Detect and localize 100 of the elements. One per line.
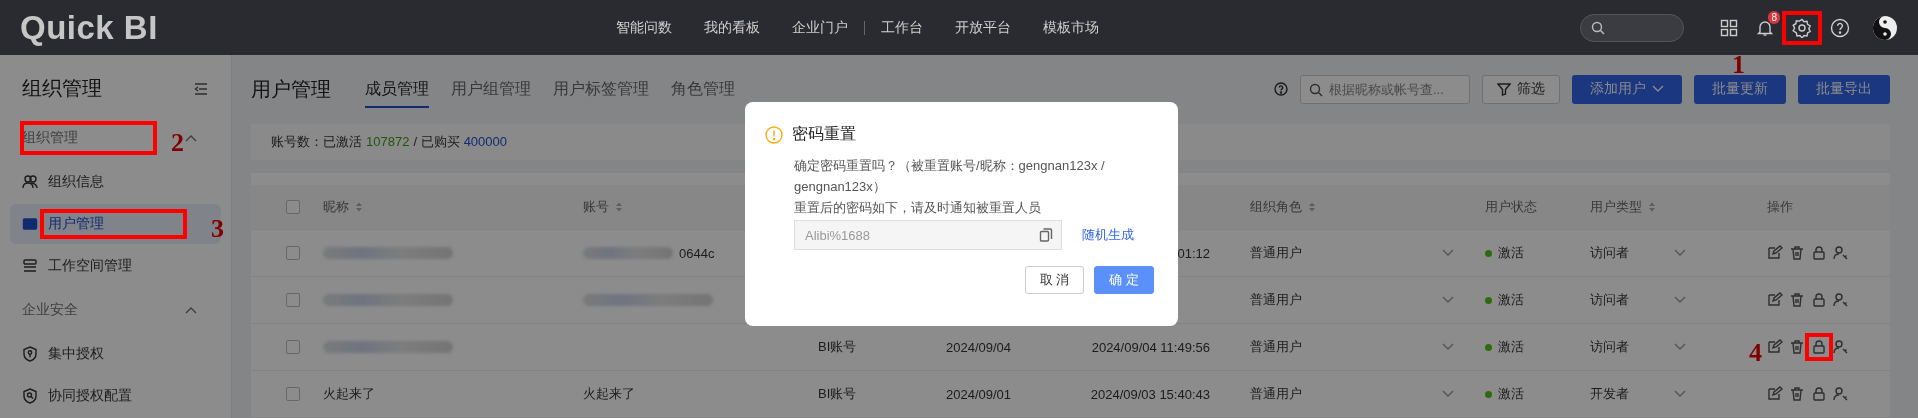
status-label: 激活: [1498, 338, 1524, 356]
tab[interactable]: 角色管理: [671, 70, 735, 108]
annotation-number: 3: [211, 219, 224, 239]
edit-icon[interactable]: [1767, 245, 1783, 261]
column-header[interactable]: 账号: [583, 198, 609, 216]
edit-icon[interactable]: [1767, 292, 1783, 308]
checkbox[interactable]: [286, 246, 300, 260]
action-button[interactable]: 添加用户: [1572, 74, 1682, 104]
role-select[interactable]: 普通用户: [1250, 291, 1454, 309]
column-header[interactable]: 昵称: [323, 198, 349, 216]
role-select[interactable]: 普通用户: [1250, 338, 1454, 356]
type-select[interactable]: 开发者: [1590, 385, 1686, 403]
highlight-box: [1782, 10, 1822, 45]
section-label[interactable]: 企业安全: [22, 301, 78, 319]
nav-link[interactable]: 模板市场: [1027, 18, 1115, 37]
select-value: 普通用户: [1250, 291, 1302, 309]
chevron-up-icon[interactable]: [185, 306, 197, 314]
nav-link[interactable]: 企业门户: [776, 18, 864, 37]
type-select[interactable]: 访问者: [1590, 338, 1686, 356]
checkbox[interactable]: [286, 200, 300, 214]
chevron-down-icon: [1442, 390, 1454, 398]
nav-link[interactable]: 开放平台: [939, 18, 1027, 37]
table-cell: 火起来了: [583, 385, 635, 403]
lock-icon[interactable]: [1811, 386, 1827, 402]
delete-icon[interactable]: [1789, 339, 1805, 355]
chevron-down-icon: [1442, 343, 1454, 351]
action-button[interactable]: 批量更新: [1694, 74, 1786, 104]
type-select[interactable]: 访问者: [1590, 291, 1686, 309]
confirm-button[interactable]: 确 定: [1094, 266, 1154, 294]
edit-icon[interactable]: [1767, 339, 1783, 355]
delete-icon[interactable]: [1789, 245, 1805, 261]
cancel-button[interactable]: 取 消: [1024, 266, 1085, 294]
column-header[interactable]: 操作: [1767, 198, 1793, 216]
column-header[interactable]: 用户类型: [1590, 198, 1642, 216]
lock-icon[interactable]: [1811, 292, 1827, 308]
edit-icon[interactable]: [1767, 386, 1783, 402]
role-select[interactable]: 普通用户: [1250, 385, 1454, 403]
bell-icon[interactable]: [1756, 18, 1774, 37]
annotation-number: 2: [171, 133, 184, 153]
user-key-icon[interactable]: [1833, 245, 1849, 261]
filter-button[interactable]: 筛选: [1482, 74, 1560, 104]
delete-icon[interactable]: [1789, 386, 1805, 402]
table-cell: 火起来了: [323, 385, 375, 403]
nav-icon: [22, 216, 38, 232]
avatar-icon[interactable]: [1872, 14, 1898, 41]
help-icon[interactable]: [1274, 82, 1288, 97]
annotation-number: 4: [1749, 343, 1762, 363]
table-cell: BI账号: [818, 385, 857, 403]
nav-link[interactable]: 我的看板: [688, 18, 776, 37]
search-field[interactable]: [1580, 13, 1684, 42]
user-key-icon[interactable]: [1833, 339, 1849, 355]
logo[interactable]: Quick BI: [20, 8, 600, 47]
lock-icon[interactable]: [1811, 245, 1827, 261]
tab[interactable]: 用户标签管理: [553, 70, 649, 108]
checkbox[interactable]: [286, 387, 300, 401]
column-header[interactable]: 组织角色: [1250, 198, 1302, 216]
status-label: 激活: [1498, 385, 1524, 403]
nav-link[interactable]: 智能问数: [600, 18, 688, 37]
action-button[interactable]: 批量导出: [1798, 74, 1890, 104]
settings-icon[interactable]: [1792, 17, 1812, 38]
filter-icon: [1497, 82, 1511, 97]
nav-item[interactable]: 组织信息: [10, 162, 221, 202]
type-select[interactable]: 访问者: [1590, 244, 1686, 262]
stats-label: 账号数：已激活: [271, 132, 362, 151]
grid-icon[interactable]: [1720, 18, 1738, 37]
nav-icon: [22, 388, 38, 404]
dialog-note: 重置后的密码如下，请及时通知被重置人员: [794, 199, 1042, 217]
table-cell: 0644c: [679, 245, 715, 261]
checkbox[interactable]: [286, 340, 300, 354]
delete-icon[interactable]: [1789, 292, 1805, 308]
collapse-icon[interactable]: [193, 81, 209, 96]
nav-item[interactable]: 工作空间管理: [10, 246, 221, 286]
copy-icon[interactable]: [1039, 228, 1053, 242]
tab[interactable]: 成员管理: [365, 70, 429, 108]
column-header[interactable]: 用户状态: [1485, 198, 1537, 216]
select-value: 访问者: [1590, 338, 1629, 356]
user-key-icon[interactable]: [1833, 292, 1849, 308]
generate-link[interactable]: 随机生成: [1082, 226, 1134, 244]
checkbox[interactable]: [286, 293, 300, 307]
search-field[interactable]: 根据昵称或帐号查...: [1300, 74, 1470, 104]
lock-icon[interactable]: [1811, 339, 1827, 355]
chevron-down-icon: [1674, 249, 1686, 257]
select-value: 普通用户: [1250, 385, 1302, 403]
nav-link[interactable]: 工作台: [865, 18, 939, 37]
table-cell: BI账号: [818, 338, 857, 356]
highlight-box: [1805, 333, 1833, 361]
nav-icon: [22, 346, 38, 362]
select-value: 普通用户: [1250, 338, 1302, 356]
role-select[interactable]: 普通用户: [1250, 244, 1454, 262]
nav-item[interactable]: 协同授权配置: [10, 376, 221, 416]
chevron-up-icon[interactable]: [185, 134, 197, 142]
user-key-icon[interactable]: [1833, 386, 1849, 402]
active-count: 107872: [366, 134, 410, 150]
table-cell: 2024/09/03 15:40:43: [1090, 386, 1210, 402]
nav-item[interactable]: 集中授权: [10, 334, 221, 374]
status-label: 激活: [1498, 291, 1524, 309]
tab[interactable]: 用户组管理: [451, 70, 531, 108]
page-title: 用户管理: [251, 76, 331, 102]
dialog-title: 密码重置: [792, 124, 856, 144]
password-field[interactable]: Alibi%1688: [794, 220, 1062, 250]
